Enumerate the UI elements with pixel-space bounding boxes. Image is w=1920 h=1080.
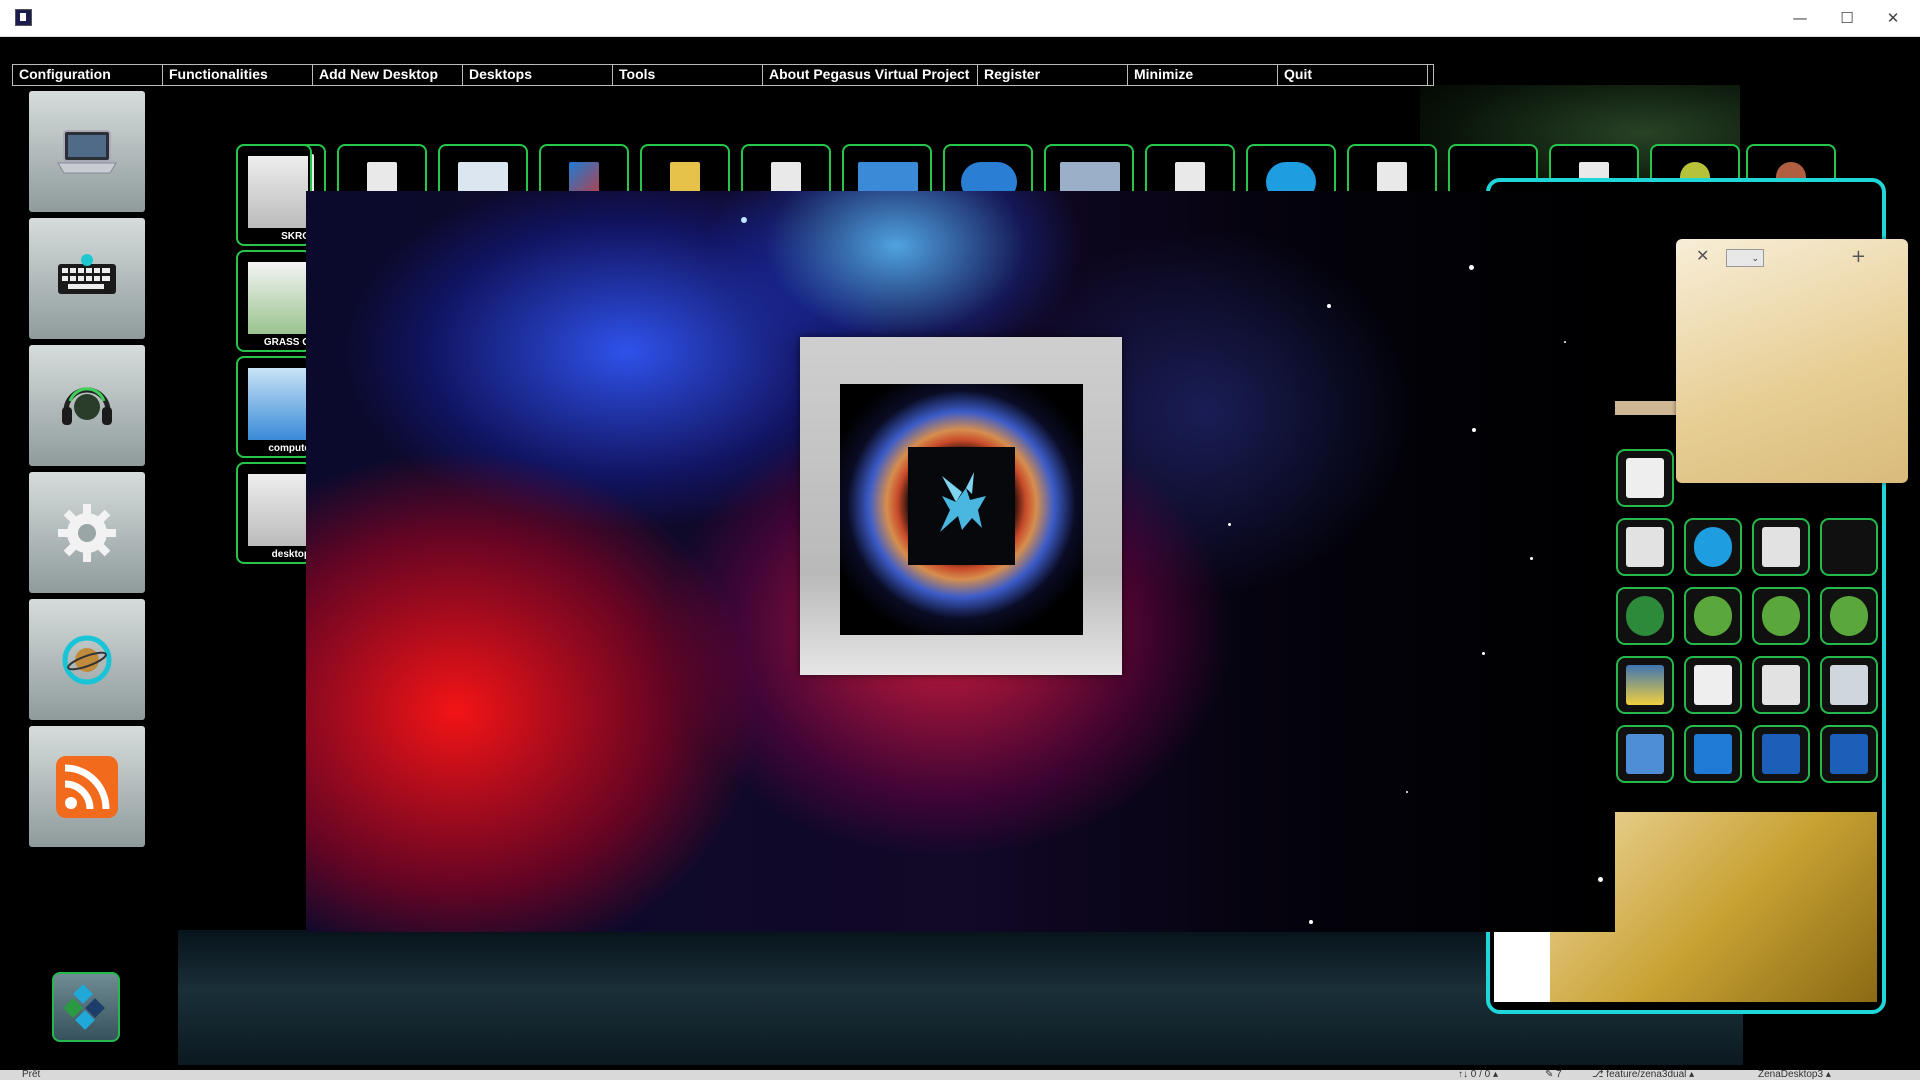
grid-app-icon[interactable] <box>1616 587 1674 645</box>
grid-app-icon[interactable] <box>1616 656 1674 714</box>
grid-app-icon[interactable] <box>1616 725 1674 783</box>
keyboard-icon <box>58 253 116 294</box>
status-ready: Prêt <box>22 1069 41 1080</box>
paper-sheet <box>1494 922 1550 1002</box>
ide-status-bar: Prêt ↑↓ 0 / 0 ▴ ✎ 7 ⎇ feature/zena3dual … <box>0 1070 1920 1080</box>
menu-tools[interactable]: Tools <box>613 65 763 85</box>
menu-add-new-desktop[interactable]: Add New Desktop <box>313 65 463 85</box>
grid-app-icon[interactable] <box>1820 587 1878 645</box>
status-sync[interactable]: ↑↓ 0 / 0 ▴ <box>1458 1070 1498 1080</box>
menu-register[interactable]: Register <box>978 65 1128 85</box>
status-project[interactable]: ZenaDesktop3 ▴ <box>1758 1070 1831 1080</box>
launcher-keyboard[interactable] <box>29 218 145 339</box>
menu-desktops[interactable]: Desktops <box>463 65 613 85</box>
laptop-icon <box>57 129 117 173</box>
shortcut-label: GRASS G <box>263 337 310 348</box>
star <box>1327 304 1331 308</box>
grid-app-icon[interactable] <box>1616 518 1674 576</box>
grid-app-icon[interactable] <box>1820 656 1878 714</box>
grid-app-icon[interactable] <box>1684 725 1742 783</box>
maximize-window-button[interactable]: ☐ <box>1824 0 1870 36</box>
shortcut-label: desktop <box>271 549 310 560</box>
note-color-dropdown[interactable]: ⌄ <box>1726 249 1764 267</box>
grid-app-icon[interactable] <box>1820 725 1878 783</box>
desktop-shortcut-computer[interactable]: compute <box>236 356 312 458</box>
launcher-headphones[interactable] <box>29 345 145 466</box>
menu-functionalities[interactable]: Functionalities <box>163 65 313 85</box>
gear-icon <box>58 503 116 562</box>
shortcut-label: SKRO <box>281 231 310 242</box>
desktop-switcher-button[interactable] <box>52 972 120 1042</box>
headphones-icon <box>62 386 112 425</box>
launcher-rss[interactable] <box>29 726 145 847</box>
menu-about[interactable]: About Pegasus Virtual Project <box>763 65 978 85</box>
grid-app-icon[interactable] <box>1752 656 1810 714</box>
pegasus-logo <box>908 447 1015 565</box>
status-edits[interactable]: ✎ 7 <box>1545 1070 1562 1080</box>
desktop-shortcut-skro[interactable]: SKRO <box>236 144 312 246</box>
grid-app-icon[interactable] <box>1752 587 1810 645</box>
menu-configuration[interactable]: Configuration <box>13 65 163 85</box>
grid-app-icon[interactable] <box>1752 518 1810 576</box>
grid-app-icon[interactable] <box>1684 656 1742 714</box>
cubes-icon <box>63 984 105 1030</box>
star <box>1598 877 1603 882</box>
star <box>1530 557 1533 560</box>
star <box>1469 265 1474 270</box>
desktop-shortcut-desktop[interactable]: desktop <box>236 462 312 564</box>
star <box>1482 652 1485 655</box>
supernova-art <box>840 384 1083 635</box>
app-icon <box>15 9 32 26</box>
star <box>741 217 747 223</box>
star <box>1564 341 1566 343</box>
star <box>1228 523 1231 526</box>
rss-icon <box>56 755 118 818</box>
status-branch[interactable]: ⎇ feature/zena3dual ▴ <box>1592 1070 1694 1080</box>
grid-app-icon[interactable] <box>1752 725 1810 783</box>
menu-minimize[interactable]: Minimize <box>1128 65 1278 85</box>
grid-app-icon[interactable] <box>1684 518 1742 576</box>
note-add-button[interactable]: + <box>1851 246 1866 267</box>
minimize-window-button[interactable]: — <box>1777 0 1823 36</box>
note-close-button[interactable]: ✕ <box>1696 246 1709 265</box>
window-titlebar: — ☐ ✕ <box>0 0 1920 37</box>
splash-logo-frame <box>800 337 1122 675</box>
launcher-settings[interactable] <box>29 472 145 593</box>
menu-quit[interactable]: Quit <box>1278 65 1428 85</box>
planet-icon <box>62 635 112 684</box>
star <box>1406 791 1408 793</box>
grid-app-icon[interactable] <box>1820 518 1878 576</box>
launcher-laptop[interactable] <box>29 91 145 212</box>
grid-app-icon[interactable] <box>1616 449 1674 507</box>
pegasus-icon <box>939 472 986 532</box>
launcher-planet[interactable] <box>29 599 145 720</box>
star <box>1309 920 1313 924</box>
star <box>1472 428 1476 432</box>
grid-app-icon[interactable] <box>1684 587 1742 645</box>
main-menu-bar: Configuration Functionalities Add New De… <box>12 64 1434 86</box>
desktop-shortcut-grass[interactable]: GRASS G <box>236 250 312 352</box>
sticky-note[interactable]: ✕ ⌄ + <box>1676 239 1908 483</box>
close-window-button[interactable]: ✕ <box>1870 0 1916 36</box>
shortcut-label: compute <box>268 443 310 454</box>
